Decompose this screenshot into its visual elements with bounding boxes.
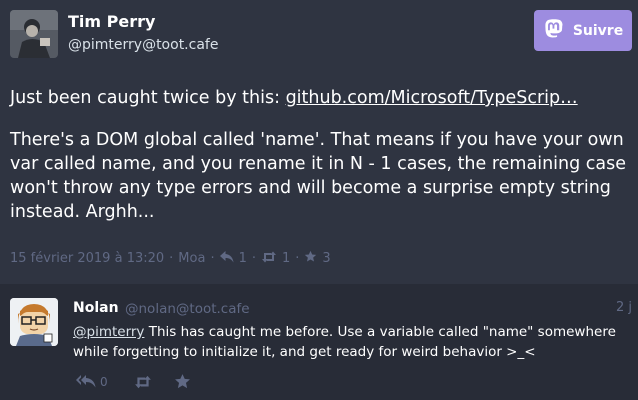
reply-all-icon[interactable] — [76, 374, 96, 389]
status-timestamp[interactable]: 15 février 2019 à 13:20 — [10, 251, 164, 266]
separator: · — [251, 251, 256, 266]
follow-label: Suivre — [572, 22, 624, 39]
favourite-count: 3 — [322, 251, 331, 266]
star-icon[interactable] — [304, 250, 317, 267]
reply-author-handle[interactable]: @nolan@toot.cafe — [125, 301, 250, 317]
status-content: Just been caught twice by this: github.c… — [10, 86, 630, 242]
avatar[interactable] — [10, 298, 58, 346]
reply-content: @pimterry This has caught me before. Use… — [73, 322, 633, 362]
follow-button[interactable]: Suivre — [534, 10, 632, 51]
status-meta: 15 février 2019 à 13:20 · Moa · 1 · 1 · … — [10, 250, 331, 267]
star-icon[interactable] — [174, 373, 191, 390]
status-intro-text: Just been caught twice by this: — [10, 88, 286, 108]
status-paragraph-2: There's a DOM global called 'name'. That… — [10, 130, 627, 222]
separator: · — [295, 251, 300, 266]
retweet-icon[interactable] — [134, 375, 152, 389]
reply-actions: 0 — [76, 373, 191, 390]
reply-relative-time[interactable]: 2 j — [616, 300, 632, 315]
author-name[interactable]: Tim Perry — [68, 12, 155, 31]
reply-status: Nolan @nolan@toot.cafe 2 j @pimterry Thi… — [0, 284, 638, 400]
status-paragraph: Just been caught twice by this: github.c… — [10, 86, 630, 110]
boost-count: 1 — [282, 251, 291, 266]
retweet-icon[interactable] — [261, 251, 277, 267]
reply-text: This has caught me before. Use a variabl… — [73, 324, 616, 360]
status-link[interactable]: github.com/Microsoft/TypeScrip… — [286, 88, 578, 108]
mention-link[interactable]: @pimterry — [73, 324, 144, 340]
reply-count: 0 — [100, 374, 108, 389]
app-name[interactable]: Moa — [178, 251, 205, 266]
reply-icon[interactable] — [219, 250, 234, 267]
reply-count: 1 — [238, 251, 247, 266]
separator: · — [210, 251, 215, 266]
separator: · — [169, 251, 174, 266]
mastodon-icon — [543, 18, 565, 44]
main-status: Tim Perry @pimterry@toot.cafe Suivre Jus… — [0, 0, 638, 284]
reply-author-name[interactable]: Nolan — [73, 300, 119, 316]
avatar[interactable] — [10, 10, 58, 58]
author-handle[interactable]: @pimterry@toot.cafe — [68, 37, 218, 53]
